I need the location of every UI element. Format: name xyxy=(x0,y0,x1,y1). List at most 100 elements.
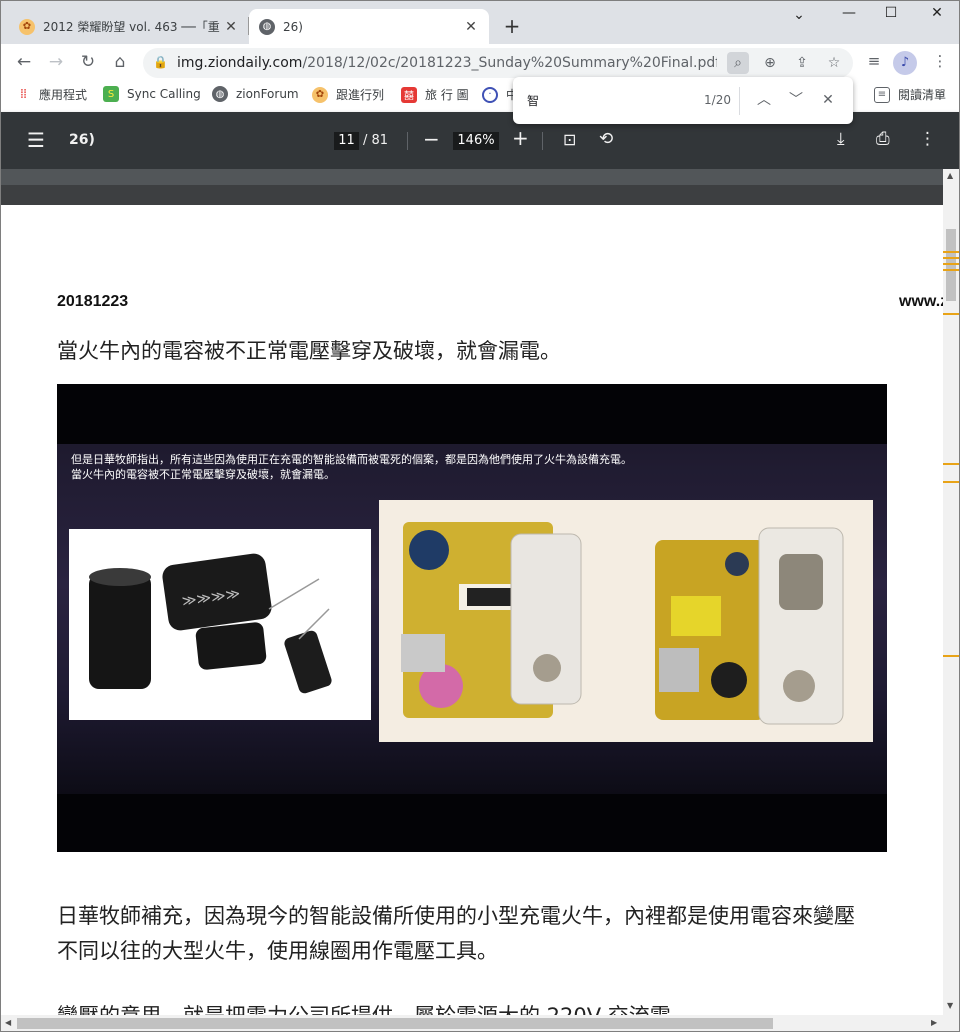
bookmark-followup[interactable]: ✿ 跟進行列 xyxy=(312,86,384,103)
new-tab-button[interactable]: + xyxy=(501,15,523,37)
flower-icon: ✿ xyxy=(312,86,328,103)
tab-search-icon[interactable]: ⌄ xyxy=(787,7,811,23)
share-icon[interactable]: ⇪ xyxy=(791,52,813,74)
bookmark-label: Sync Calling xyxy=(127,87,201,101)
globe-icon: ◍ xyxy=(212,86,228,102)
paragraph-line: 變壓的意思，就是把電力公司所提供，屬於電源大的 220V 交流電 xyxy=(57,998,671,1015)
tab-inactive[interactable]: ✿ 2012 榮耀盼望 vol. 463 ──「重 ✕ xyxy=(9,9,249,44)
bookmark-label: 旅 行 圖 xyxy=(425,88,469,102)
capacitors-image: ≫≫≫≫ xyxy=(69,529,371,720)
close-window-button[interactable]: ✕ xyxy=(925,5,949,21)
tab-strip: ✿ 2012 榮耀盼望 vol. 463 ──「重 ✕ ◍ 26) ✕ + ⌄ … xyxy=(1,1,959,44)
flower-favicon-icon: ✿ xyxy=(19,18,35,35)
toolbar-divider xyxy=(407,132,408,150)
apps-icon: ⁞⁞ xyxy=(19,87,27,102)
charger-boards-illustration xyxy=(401,522,844,725)
zoom-icon[interactable]: ⊕ xyxy=(759,52,781,74)
maximize-button[interactable]: ☐ xyxy=(879,5,903,21)
home-icon[interactable]: ⌂ xyxy=(109,51,131,73)
zoom-in-icon[interactable]: + xyxy=(512,126,529,150)
horizontal-scroll-thumb[interactable] xyxy=(17,1018,773,1029)
browser-toolbar: ← → ↻ ⌂ 🔒 img.ziondaily.com/2018/12/02c/… xyxy=(1,44,959,80)
address-bar[interactable]: 🔒 img.ziondaily.com/2018/12/02c/20181223… xyxy=(143,48,853,78)
charger-board-image xyxy=(379,500,873,742)
globe-favicon-icon: ◍ xyxy=(259,18,275,35)
find-match-marker xyxy=(943,313,959,315)
book-icon: 囍 xyxy=(401,86,417,103)
find-bar: 1/20 ︿ ﹀ ✕ xyxy=(513,77,853,124)
document-date: 20181223 xyxy=(57,293,129,310)
horizontal-scrollbar[interactable]: ◀ ▶ xyxy=(1,1015,959,1031)
sync-icon: S xyxy=(103,86,119,102)
fit-page-icon[interactable]: ⊡ xyxy=(563,130,576,149)
photo-caption: 當火牛內的電容被不正常電壓擊穿及破壞，就會漏電。 xyxy=(71,468,335,481)
rotate-icon[interactable]: ⟲ xyxy=(599,129,613,149)
tab-title: 2012 榮耀盼望 vol. 463 ──「重 xyxy=(43,20,220,34)
more-options-icon[interactable]: ⋮ xyxy=(919,129,936,149)
find-previous-icon[interactable]: ︿ xyxy=(753,89,775,111)
print-icon[interactable]: ⎙ xyxy=(876,129,890,149)
back-arrow-icon[interactable]: ← xyxy=(13,51,35,73)
tab-active[interactable]: ◍ 26) ✕ xyxy=(249,9,489,44)
download-icon[interactable]: ⤓ xyxy=(837,129,845,149)
forward-arrow-icon[interactable]: → xyxy=(45,51,67,73)
media-control-icon[interactable]: ≡ xyxy=(863,52,885,74)
minimize-button[interactable]: — xyxy=(837,5,861,21)
page-total: / 81 xyxy=(363,133,389,148)
bookmark-zionforum[interactable]: ◍ zionForum xyxy=(212,86,299,102)
scroll-right-arrow-icon[interactable]: ▶ xyxy=(931,1018,937,1027)
vertical-scroll-thumb[interactable] xyxy=(946,229,956,301)
close-tab-icon[interactable]: ✕ xyxy=(463,19,479,35)
pdf-viewer[interactable]: 20181223 www.zi 當火牛內的電容被不正常電壓擊穿及破壞，就會漏電。… xyxy=(1,169,943,1015)
find-match-marker xyxy=(943,251,959,253)
page-number-input[interactable]: 11 xyxy=(334,132,359,150)
close-tab-icon[interactable]: ✕ xyxy=(223,19,239,35)
menu-kebab-icon[interactable]: ⋮ xyxy=(929,52,951,74)
capacitor-photo: 但是日華牧師指出，所有這些因為使用正在充電的智能設備而被電死的個案，都是因為他們… xyxy=(57,384,887,852)
scroll-up-arrow-icon[interactable]: ▲ xyxy=(947,171,953,180)
vertical-scrollbar[interactable]: ▲ ▼ xyxy=(943,169,959,1015)
reload-icon[interactable]: ↻ xyxy=(77,51,99,73)
find-in-page-icon[interactable]: ⌕ xyxy=(727,52,749,74)
zoom-level-input[interactable]: 146% xyxy=(453,132,499,150)
find-match-marker xyxy=(943,481,959,483)
clock-icon: · xyxy=(482,86,498,103)
bookmark-travel[interactable]: 囍 旅 行 圖 xyxy=(401,86,469,103)
reading-list-button[interactable]: ≡ 閱讀清單 xyxy=(874,86,946,103)
find-match-marker xyxy=(943,463,959,465)
url-host: img.ziondaily.com xyxy=(177,55,303,71)
capacitors-illustration: ≫≫≫≫ xyxy=(89,553,332,694)
bookmark-star-icon[interactable]: ☆ xyxy=(823,52,845,74)
scroll-down-arrow-icon[interactable]: ▼ xyxy=(947,1001,953,1010)
find-match-marker xyxy=(943,269,959,271)
find-close-icon[interactable]: ✕ xyxy=(817,89,839,111)
url-path: /2018/12/02c/20181223_Sunday%20Summary%2… xyxy=(302,55,717,71)
zoom-out-icon[interactable]: − xyxy=(423,127,440,151)
paragraph-line: 當火牛內的電容被不正常電壓擊穿及破壞，就會漏電。 xyxy=(57,339,561,363)
paragraph-line: 日華牧師補充，因為現今的智能設備所使用的小型充電火牛，內裡都是使用電容來變壓 xyxy=(57,904,855,928)
photo-caption: 但是日華牧師指出，所有這些因為使用正在充電的智能設備而被電死的個案，都是因為他們… xyxy=(71,453,632,466)
find-input[interactable] xyxy=(527,89,677,111)
document-site: www.zi xyxy=(899,293,943,310)
scroll-left-arrow-icon[interactable]: ◀ xyxy=(5,1018,11,1027)
bookmark-label: 閱讀清單 xyxy=(898,88,947,102)
profile-avatar[interactable]: ♪ xyxy=(893,51,917,75)
pdf-title: 26) xyxy=(69,132,95,148)
bookmark-label: 應用程式 xyxy=(39,88,88,102)
url-text[interactable]: img.ziondaily.com/2018/12/02c/20181223_S… xyxy=(177,55,717,71)
previous-page-edge xyxy=(1,185,943,205)
lock-icon[interactable]: 🔒 xyxy=(153,55,168,69)
bookmark-label: 跟進行列 xyxy=(336,88,385,102)
find-match-marker xyxy=(943,263,959,265)
find-match-count: 1/20 xyxy=(704,93,731,107)
bookmark-apps[interactable]: ⁞⁞ 應用程式 xyxy=(15,86,87,103)
bookmark-sync-calling[interactable]: S Sync Calling xyxy=(103,86,201,102)
bookmark-label: zionForum xyxy=(236,87,299,101)
find-next-icon[interactable]: ﹀ xyxy=(785,89,807,111)
hamburger-menu-icon[interactable]: ☰ xyxy=(27,128,45,152)
toolbar-divider xyxy=(542,132,543,150)
paragraph-line: 不同以往的大型火牛，使用線圈用作電壓工具。 xyxy=(57,939,498,963)
browser-window: ✿ 2012 榮耀盼望 vol. 463 ──「重 ✕ ◍ 26) ✕ + ⌄ … xyxy=(0,0,960,1032)
find-match-marker xyxy=(943,655,959,657)
reading-list-icon: ≡ xyxy=(874,86,890,103)
